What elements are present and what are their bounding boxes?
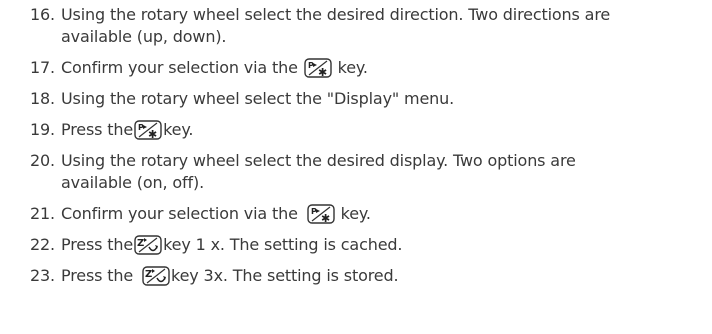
step-number: 16. bbox=[30, 5, 55, 24]
step-text-before: Press the bbox=[61, 120, 134, 139]
step-text-after: key. bbox=[337, 58, 368, 77]
step-number: 21. bbox=[30, 204, 55, 223]
step-17: 17. Confirm your selection via the P ✱ ke… bbox=[30, 57, 700, 79]
step-number: 20. bbox=[30, 151, 55, 170]
step-text-before: Press the bbox=[61, 235, 134, 254]
step-text-line: available (on, off). bbox=[61, 173, 205, 192]
step-text-before: Confirm your selection via the bbox=[61, 204, 298, 223]
step-text-before: Confirm your selection via the bbox=[61, 58, 298, 77]
svg-text:✱: ✱ bbox=[318, 66, 327, 78]
instruction-steps-list: 16. Using the rotary wheel select the de… bbox=[30, 4, 700, 287]
step-text: Using the rotary wheel select the desire… bbox=[61, 4, 700, 48]
step-16: 16. Using the rotary wheel select the de… bbox=[30, 4, 700, 48]
step-22: 22. Press the Z key 1 x. The setting is … bbox=[30, 234, 700, 256]
step-text-after: key 1 x. The setting is cached. bbox=[163, 235, 403, 254]
p-star-key-icon: P ✱ bbox=[304, 58, 332, 78]
step-18: 18. Using the rotary wheel select the "D… bbox=[30, 88, 700, 110]
step-text-after: key 3x. The setting is stored. bbox=[171, 266, 399, 285]
step-19: 19. Press the P ✱ key. bbox=[30, 119, 700, 141]
step-text-after: key. bbox=[163, 120, 194, 139]
step-text: Confirm your selection via the P ✱ key. bbox=[61, 57, 700, 79]
step-number: 22. bbox=[30, 235, 55, 254]
step-text: Using the rotary wheel select the desire… bbox=[61, 150, 700, 194]
step-text: Using the rotary wheel select the "Displ… bbox=[61, 89, 455, 108]
step-text-after: key. bbox=[340, 204, 371, 223]
step-text: Press the Z key 1 x. The setting is cach… bbox=[61, 234, 700, 256]
instruction-document: 16. Using the rotary wheel select the de… bbox=[30, 0, 700, 287]
step-23: 23. Press the Z key 3x. The setting is s… bbox=[30, 265, 700, 287]
step-text-before: Press the bbox=[61, 266, 134, 285]
step-text: Press the Z key 3x. The setting is store… bbox=[61, 265, 700, 287]
step-text: Press the P ✱ key. bbox=[61, 119, 700, 141]
step-20: 20. Using the rotary wheel select the de… bbox=[30, 150, 700, 194]
step-number: 19. bbox=[30, 120, 55, 139]
step-text-line: available (up, down). bbox=[61, 27, 227, 46]
z-return-key-icon: Z bbox=[134, 235, 162, 255]
step-text-line: Using the rotary wheel select the desire… bbox=[61, 5, 611, 24]
svg-text:✱: ✱ bbox=[321, 212, 330, 224]
z-return-key-icon: Z bbox=[142, 266, 170, 286]
svg-text:✱: ✱ bbox=[148, 128, 157, 140]
p-star-key-icon: P ✱ bbox=[307, 204, 335, 224]
p-star-key-icon: P ✱ bbox=[134, 120, 162, 140]
step-21: 21. Confirm your selection via the P ✱ ke… bbox=[30, 203, 700, 225]
step-number: 17. bbox=[30, 58, 55, 77]
step-number: 23. bbox=[30, 266, 55, 285]
step-text: Confirm your selection via the P ✱ key. bbox=[61, 203, 700, 225]
step-text-line: Using the rotary wheel select the desire… bbox=[61, 151, 576, 170]
svg-text:Z: Z bbox=[145, 269, 152, 280]
step-number: 18. bbox=[30, 89, 55, 108]
svg-text:Z: Z bbox=[137, 238, 144, 249]
